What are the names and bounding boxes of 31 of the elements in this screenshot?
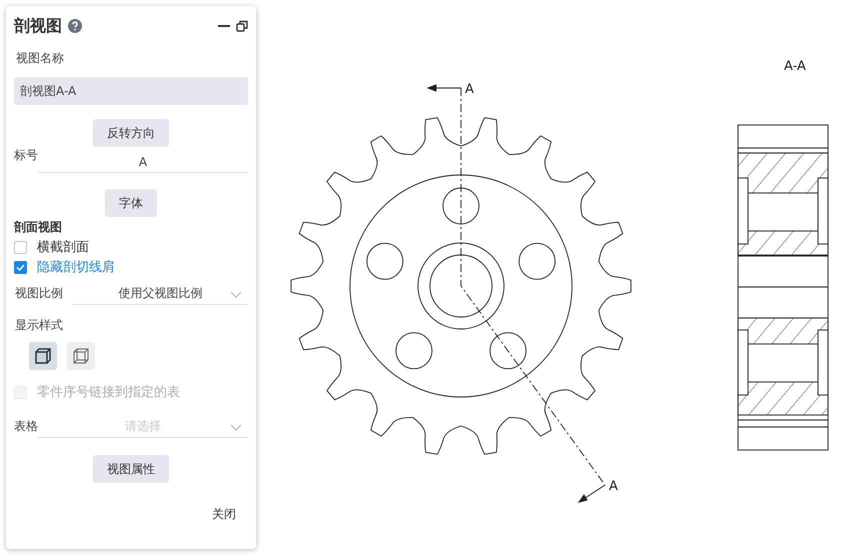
reverse-direction-button[interactable]: 反转方向	[93, 119, 169, 147]
wireframe-cube-icon	[71, 346, 91, 366]
display-style-button[interactable]	[67, 342, 95, 370]
view-properties-button[interactable]: 视图属性	[93, 455, 169, 483]
section-title: A-A	[784, 59, 806, 74]
display-style-button[interactable]	[29, 342, 57, 370]
checkbox-label: 横截剖面	[37, 239, 89, 256]
panel-title: 剖视图	[14, 16, 62, 36]
field-label: 显示样式	[15, 317, 64, 334]
checkbox[interactable]	[14, 240, 27, 254]
cut-label: A	[609, 479, 618, 494]
scale-dropdown[interactable]: 使用父视图比例	[73, 283, 248, 305]
help-icon[interactable]	[68, 19, 82, 33]
section-heading: 剖面视图	[14, 219, 63, 236]
field-label: 视图比例	[15, 285, 64, 302]
view-name-field[interactable]: 剖视图A-A	[14, 77, 248, 105]
chevron-icon	[230, 291, 242, 299]
shaded-cube-icon	[33, 346, 53, 366]
field-label: 表格	[14, 418, 38, 435]
checkbox[interactable]	[14, 260, 27, 274]
checkbox-label: 隐藏剖切线肩	[37, 259, 115, 276]
label-field[interactable]: A	[38, 151, 248, 173]
cut-label: A	[465, 82, 474, 97]
field-label: 标号	[14, 147, 38, 164]
restore-icon[interactable]	[236, 20, 248, 32]
close-button[interactable]: 关闭	[200, 500, 248, 528]
chevron-icon	[230, 424, 242, 432]
font-button[interactable]: 字体	[105, 189, 157, 217]
checkbox-label: 零件序号链接到指定的表	[37, 384, 180, 401]
field-label: 视图名称	[16, 50, 65, 67]
checkmark-icon	[16, 264, 25, 270]
